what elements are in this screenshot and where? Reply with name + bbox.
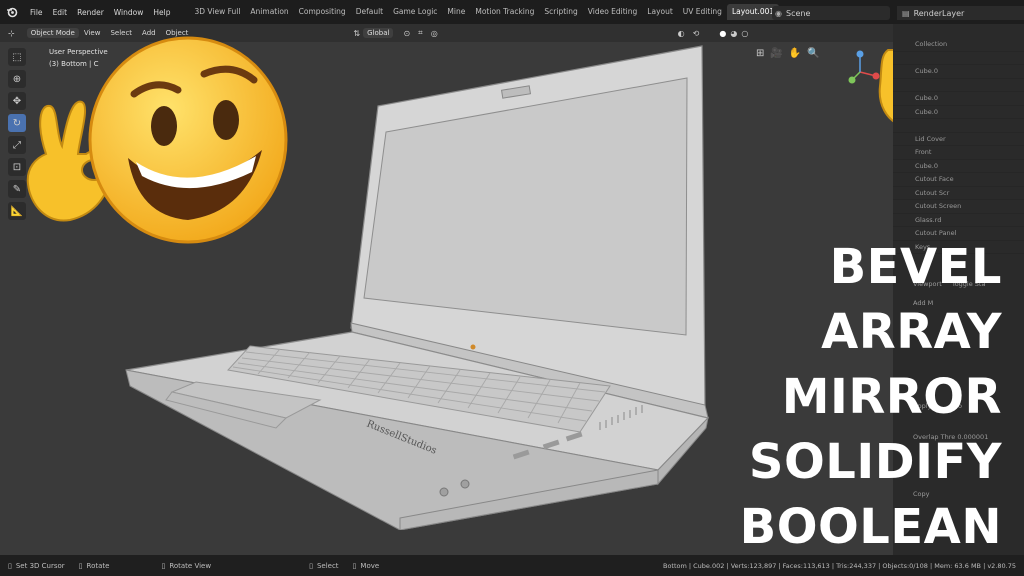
scene-name: Scene	[785, 8, 811, 18]
outliner-row[interactable]: Cutout Screen	[893, 200, 1024, 214]
outliner-row[interactable]: Lid Cover	[893, 133, 1024, 146]
status-set-cursor: Set 3D Cursor	[15, 561, 65, 570]
tab-layout[interactable]: Layout	[642, 4, 678, 20]
outliner-row[interactable]	[893, 79, 1024, 92]
outliner[interactable]: Collection Cube.0 Cube.0 Cube.0 Lid Cove…	[893, 38, 1024, 254]
scene-icon: ◉	[775, 8, 782, 18]
outliner-row[interactable]: Collection	[893, 38, 1024, 52]
status-select: Select	[316, 561, 339, 570]
viewport-nav-buttons: ⊞ 🎥 ✋ 🔍	[756, 48, 820, 59]
editor-type-icon[interactable]: ⊹	[8, 29, 15, 38]
select-box-tool-icon[interactable]: ⬚	[8, 48, 26, 66]
menu-file[interactable]: File	[25, 8, 48, 17]
headline-mirror: MIRROR	[781, 369, 1002, 425]
outliner-row[interactable]: Cube.0	[893, 92, 1024, 106]
outliner-row[interactable]: Front	[893, 146, 1024, 160]
hand-pan-icon[interactable]: ✋	[789, 48, 801, 59]
mouse-select-icon: ▯	[309, 561, 313, 570]
status-bar: ▯ Set 3D Cursor ▯ Rotate ▯ Rotate View ▯…	[0, 555, 1024, 576]
outliner-row[interactable]: Cutout Scr	[893, 187, 1024, 200]
mouse-move-icon: ▯	[352, 561, 357, 570]
grinning-face-emoji-icon	[88, 36, 288, 244]
mouse-middle-icon: ▯	[78, 561, 83, 570]
headline-solidify: SOLIDIFY	[748, 434, 1002, 490]
shading-solid-icon[interactable]: ●	[719, 29, 726, 38]
tab-mine[interactable]: Mine	[442, 4, 470, 20]
mouse-left-icon: ▯	[8, 561, 12, 570]
headline-bevel: BEVEL	[829, 239, 1002, 295]
mode-dropdown[interactable]: Object Mode	[26, 28, 79, 38]
scene-selector[interactable]: ◉ Scene	[772, 6, 890, 20]
outliner-row[interactable]: Cube.0	[893, 106, 1024, 119]
outliner-row[interactable]	[893, 119, 1024, 133]
overlay-icon[interactable]: ◐	[678, 29, 685, 38]
tab-compositing[interactable]: Compositing	[294, 4, 351, 20]
menu-edit[interactable]: Edit	[48, 8, 73, 17]
tab-game-logic[interactable]: Game Logic	[388, 4, 442, 20]
render-layer-selector[interactable]: ▤ RenderLayer	[897, 6, 1024, 20]
render-layer-icon: ▤	[902, 8, 910, 18]
outliner-row[interactable]	[893, 52, 1024, 65]
status-stats: Bottom | Cube.002 | Verts:123,897 | Face…	[662, 561, 1016, 570]
menu-render[interactable]: Render	[72, 8, 109, 17]
grid-icon[interactable]: ⊞	[756, 48, 764, 59]
tab-uv-editing[interactable]: UV Editing	[678, 4, 727, 20]
camera-icon[interactable]: 🎥	[770, 48, 782, 59]
outliner-row[interactable]: Glass.rd	[893, 214, 1024, 227]
mouse-right-icon: ▯	[161, 561, 166, 570]
menu-help[interactable]: Help	[148, 8, 175, 17]
orientation-dropdown[interactable]: Global	[363, 28, 394, 38]
tab-motion-tracking[interactable]: Motion Tracking	[470, 4, 539, 20]
orientation-icon: ⇅	[353, 28, 361, 38]
headline-boolean: BOOLEAN	[739, 499, 1002, 555]
outliner-row[interactable]: Cube.0	[893, 65, 1024, 79]
headline-array: ARRAY	[821, 304, 1002, 360]
shading-rendered-icon[interactable]: ○	[741, 29, 748, 38]
tab-3d-view-full[interactable]: 3D View Full	[189, 4, 245, 20]
snap-icon[interactable]: ⌗	[418, 28, 423, 38]
status-rotate: Rotate	[86, 561, 110, 570]
blender-logo-icon[interactable]	[5, 5, 19, 19]
proportional-edit-icon[interactable]: ◎	[431, 29, 438, 38]
menu-window[interactable]: Window	[109, 8, 149, 17]
status-rotate-view: Rotate View	[169, 561, 212, 570]
tab-default[interactable]: Default	[351, 4, 388, 20]
outliner-row[interactable]: Cube.0	[893, 160, 1024, 173]
render-layer-name: RenderLayer	[913, 8, 965, 18]
pivot-icon[interactable]: ⊙	[403, 29, 410, 38]
zoom-icon[interactable]: 🔍	[807, 48, 819, 59]
gizmo-icon[interactable]: ⟲	[693, 29, 700, 38]
tab-video-editing[interactable]: Video Editing	[583, 4, 643, 20]
tab-scripting[interactable]: Scripting	[539, 4, 582, 20]
status-move: Move	[360, 561, 380, 570]
outliner-row[interactable]: Cutout Face	[893, 173, 1024, 187]
shading-material-icon[interactable]: ◕	[730, 29, 737, 38]
tab-animation[interactable]: Animation	[245, 4, 293, 20]
